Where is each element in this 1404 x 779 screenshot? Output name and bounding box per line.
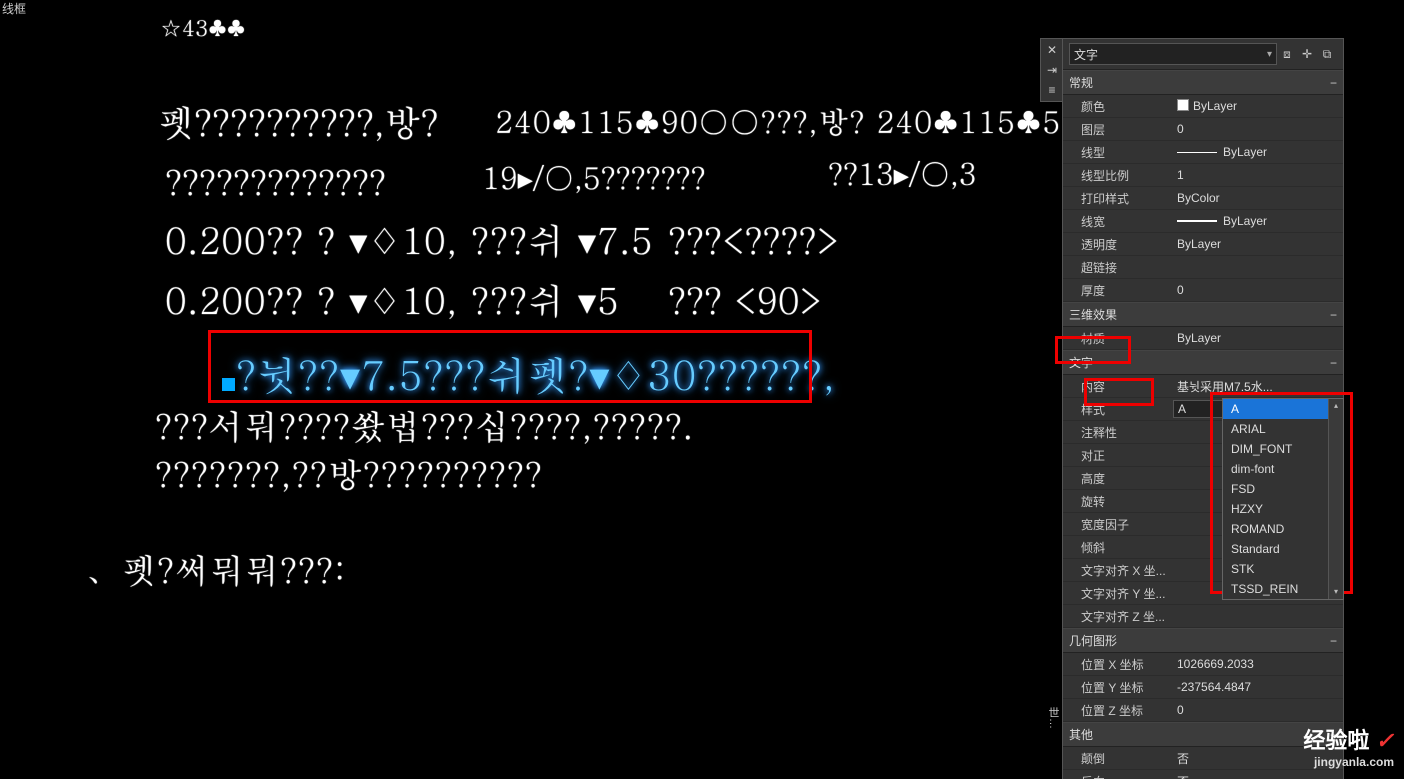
row-ltscale[interactable]: 线型比例 1 — [1063, 164, 1343, 187]
palette-header: 文字 ⧈ ✛ ⧉ — [1063, 39, 1343, 70]
canvas-line5: ???서뭐????쐈법???십????,?????. — [155, 400, 694, 449]
canvas-line4b: ??? <90> — [668, 274, 822, 325]
drawing-canvas[interactable]: ☆43♣♣ 펫??????????,방? 240♣115♣90○○???,방? … — [0, 0, 1040, 779]
row-backwards[interactable]: 反向 否 — [1063, 770, 1343, 779]
style-option[interactable]: STK — [1223, 559, 1343, 579]
scroll-up-icon[interactable]: ▴ — [1329, 399, 1343, 413]
viewport-label: 线框 — [0, 0, 28, 17]
collapse-icon[interactable]: − — [1330, 308, 1337, 322]
style-option[interactable]: ROMAND — [1223, 519, 1343, 539]
collapse-icon[interactable]: − — [1330, 356, 1337, 370]
section-general[interactable]: 常规− — [1063, 70, 1343, 95]
selection-grip[interactable] — [222, 378, 235, 391]
row-alignz[interactable]: 文字对齐 Z 坐... — [1063, 605, 1343, 628]
canvas-line1a: 펫??????????,방? — [158, 96, 439, 147]
section-3d[interactable]: 三维效果− — [1063, 302, 1343, 327]
pickobject-icon[interactable]: ✛ — [1297, 47, 1317, 61]
style-option[interactable]: ARIAL — [1223, 419, 1343, 439]
watermark: 经验啦 ✓ jingyanla.com — [1303, 723, 1394, 769]
pin-icon[interactable]: ⇥ — [1047, 63, 1057, 77]
canvas-line7: 、펫?써뭐뭐???: — [87, 544, 346, 593]
row-layer[interactable]: 图层 0 — [1063, 118, 1343, 141]
scroll-down-icon[interactable]: ▾ — [1329, 585, 1343, 599]
style-dropdown[interactable]: ▴ ▾ AARIALDIM_FONTdim-fontFSDHZXYROMANDS… — [1222, 398, 1344, 600]
style-option[interactable]: DIM_FONT — [1223, 439, 1343, 459]
dropdown-scrollbar[interactable]: ▴ ▾ — [1328, 399, 1343, 599]
row-hyperlink[interactable]: 超链接 — [1063, 256, 1343, 279]
row-plotstyle[interactable]: 打印样式 ByColor — [1063, 187, 1343, 210]
row-contents[interactable]: 内容 基뉫采用M7.5水... — [1063, 375, 1343, 398]
dim-text: ☆43♣♣ — [160, 12, 245, 43]
style-option[interactable]: HZXY — [1223, 499, 1343, 519]
object-type-combo[interactable]: 文字 — [1069, 43, 1277, 65]
section-geometry[interactable]: 几何图形− — [1063, 628, 1343, 653]
close-icon[interactable]: ✕ — [1047, 43, 1057, 57]
style-option[interactable]: dim-font — [1223, 459, 1343, 479]
selected-text[interactable]: ?뉫??▾7.5???쉬펫?▾♢30??????, — [236, 346, 836, 402]
style-option[interactable]: Standard — [1223, 539, 1343, 559]
style-option[interactable]: FSD — [1223, 479, 1343, 499]
row-upsidedown[interactable]: 颠倒 否 — [1063, 747, 1343, 770]
row-posy[interactable]: 位置 Y 坐标 -237564.4847 — [1063, 676, 1343, 699]
more-icon[interactable]: ≡ — [1048, 83, 1055, 97]
row-thickness[interactable]: 厚度 0 — [1063, 279, 1343, 302]
side-label: 世… — [1045, 707, 1061, 729]
row-color[interactable]: 颜色 ByLayer — [1063, 95, 1343, 118]
quickselect-icon[interactable]: ⧈ — [1277, 47, 1297, 62]
filter-icon[interactable]: ⧉ — [1317, 47, 1337, 62]
row-posx[interactable]: 位置 X 坐标 1026669.2033 — [1063, 653, 1343, 676]
canvas-line3a: 0.200?? ? ▾♢10, ???쉬 ▾7.5 — [165, 214, 653, 265]
row-lineweight[interactable]: 线宽 ByLayer — [1063, 210, 1343, 233]
canvas-line2c: ??13▸/○,3 — [828, 152, 977, 194]
canvas-line6: ???????,??방?????????? — [155, 448, 543, 497]
canvas-line1b: 240♣115♣90○○???,방? 240♣115♣53○○ — [495, 100, 1142, 142]
canvas-line3b: ???<????> — [668, 214, 839, 265]
check-icon: ✓ — [1376, 728, 1394, 753]
collapse-icon[interactable]: − — [1330, 76, 1337, 90]
canvas-line2a: ????????????? — [165, 156, 386, 205]
section-other[interactable]: 其他− — [1063, 722, 1343, 747]
row-posz[interactable]: 位置 Z 坐标 0 — [1063, 699, 1343, 722]
row-transparency[interactable]: 透明度 ByLayer — [1063, 233, 1343, 256]
section-text[interactable]: 文字− — [1063, 350, 1343, 375]
collapse-icon[interactable]: − — [1330, 634, 1337, 648]
style-option[interactable]: A — [1223, 399, 1343, 419]
canvas-line2b: 19▸/○,5??????? — [482, 156, 706, 198]
row-linetype[interactable]: 线型 ByLayer — [1063, 141, 1343, 164]
canvas-line4a: 0.200?? ? ▾♢10, ???쉬 ▾5 — [165, 274, 620, 325]
palette-side-icons: ✕ ⇥ ≡ — [1040, 38, 1064, 102]
row-material[interactable]: 材质 ByLayer — [1063, 327, 1343, 350]
style-option[interactable]: TSSD_REIN — [1223, 579, 1343, 599]
